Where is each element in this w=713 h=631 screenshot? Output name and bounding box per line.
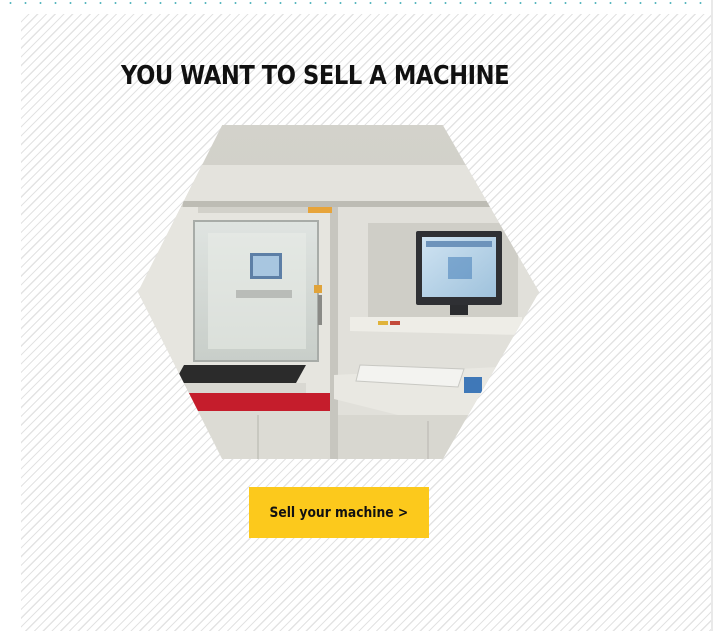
dotted-top-border xyxy=(0,0,713,6)
sell-your-machine-button[interactable]: Sell your machine > xyxy=(249,487,429,538)
sell-your-machine-label: Sell your machine > xyxy=(269,504,409,521)
section-title: YOU WANT TO SELL A MACHINE xyxy=(121,61,510,91)
page: YOU WANT TO SELL A MACHINE Sell your mac… xyxy=(0,0,713,631)
